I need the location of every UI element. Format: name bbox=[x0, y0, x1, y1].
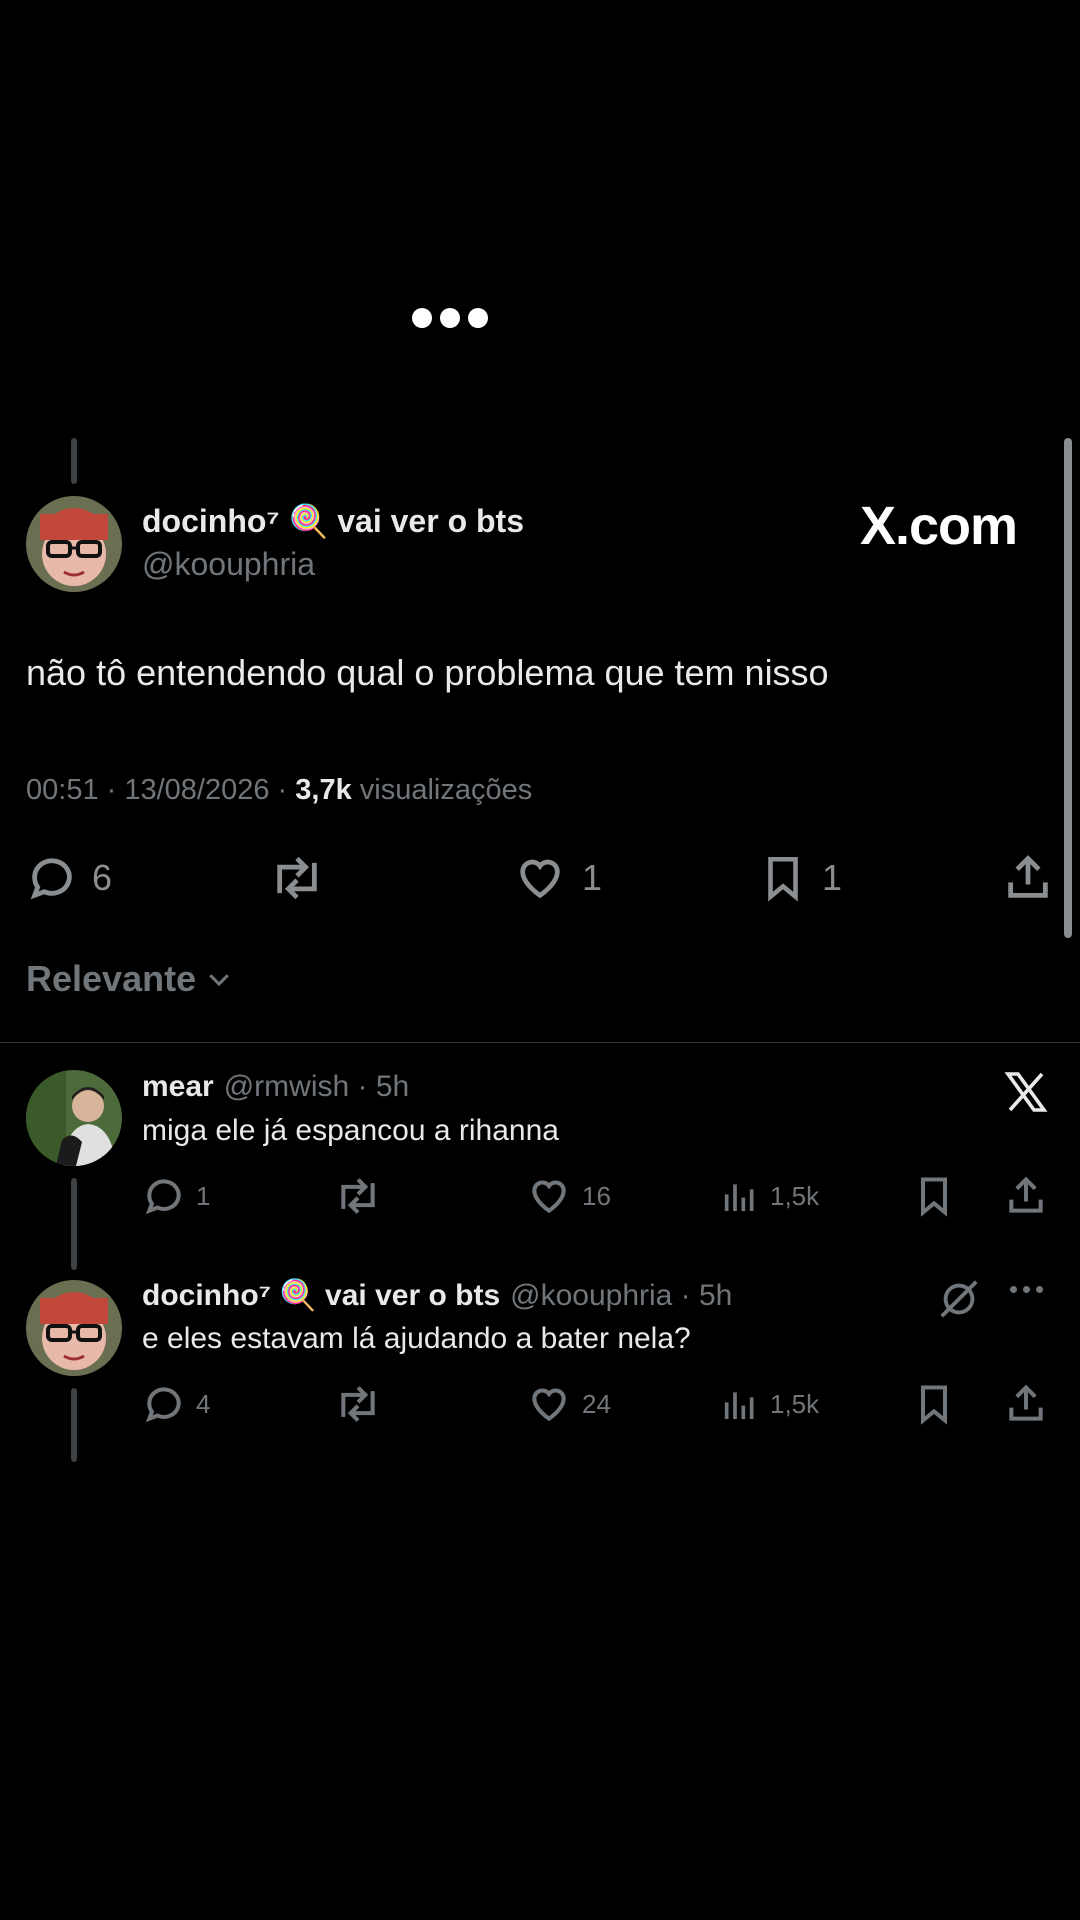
reply-handle[interactable]: @koouphria · 5h bbox=[510, 1279, 732, 1313]
repost-button[interactable] bbox=[268, 852, 340, 904]
like-count: 16 bbox=[582, 1180, 611, 1211]
x-com-label: X.com bbox=[860, 496, 1018, 556]
like-button[interactable]: 1 bbox=[512, 852, 602, 904]
reply-like-button[interactable]: 16 bbox=[526, 1174, 611, 1218]
reply-like-button[interactable]: 24 bbox=[526, 1382, 611, 1426]
x-logo-icon bbox=[1002, 1068, 1050, 1121]
tweet-text: não tô entendendo qual o problema que te… bbox=[26, 652, 829, 693]
share-button[interactable] bbox=[1002, 852, 1054, 904]
reply-share-button[interactable] bbox=[1004, 1382, 1048, 1426]
sort-dropdown[interactable]: Relevante bbox=[26, 958, 234, 1000]
share-icon bbox=[1009, 1176, 1043, 1213]
reply-avatar[interactable] bbox=[26, 1070, 122, 1166]
x-com-logo: X.com bbox=[860, 495, 1018, 557]
thread-line bbox=[71, 1388, 77, 1462]
reply-count: 4 bbox=[196, 1388, 211, 1419]
repost-icon bbox=[277, 856, 317, 900]
reply-repost-button[interactable] bbox=[334, 1174, 382, 1218]
scrollbar[interactable] bbox=[1064, 438, 1072, 938]
views-count: 3,7k bbox=[295, 774, 352, 806]
thread-line bbox=[71, 1178, 77, 1270]
repost-icon bbox=[341, 1178, 375, 1214]
reply-share-button[interactable] bbox=[1004, 1174, 1048, 1218]
reply-count: 1 bbox=[196, 1180, 211, 1211]
grok-icon[interactable] bbox=[936, 1276, 982, 1327]
reply-bookmark-button[interactable] bbox=[912, 1174, 956, 1218]
reply-avatar[interactable] bbox=[26, 1280, 122, 1376]
bookmark-icon bbox=[920, 1177, 948, 1217]
reply-repost-button[interactable] bbox=[334, 1382, 382, 1426]
reply-header: mear @rmwish · 5h bbox=[142, 1070, 409, 1104]
reply-count: 6 bbox=[92, 857, 113, 898]
author-name[interactable]: docinho⁷ 🍭 vai ver o bts bbox=[142, 502, 524, 540]
views-icon bbox=[724, 1184, 754, 1211]
reply-icon bbox=[145, 1387, 181, 1423]
avatar[interactable] bbox=[26, 496, 122, 592]
more-options-icon[interactable] bbox=[1010, 1286, 1043, 1293]
reply-icon bbox=[145, 1179, 181, 1215]
views-count: 1,5k bbox=[770, 1388, 820, 1419]
sort-label: Relevante bbox=[26, 958, 197, 999]
share-icon bbox=[1008, 855, 1048, 898]
display-name: docinho⁷ 🍭 vai ver o bts bbox=[142, 503, 524, 539]
reply-reply-button[interactable]: 1 bbox=[142, 1174, 210, 1218]
like-count: 24 bbox=[582, 1388, 611, 1419]
reply-views-button[interactable]: 1,5k bbox=[720, 1382, 819, 1426]
views-count: 1,5k bbox=[770, 1180, 820, 1211]
repost-icon bbox=[341, 1386, 375, 1422]
reply-display-name[interactable]: mear bbox=[142, 1070, 214, 1104]
share-icon bbox=[1009, 1384, 1043, 1421]
bookmark-button[interactable]: 1 bbox=[758, 852, 842, 904]
reply-header: docinho⁷ 🍭 vai ver o bts @koouphria · 5h bbox=[142, 1278, 732, 1313]
reply-text: e eles estavam lá ajudando a bater nela? bbox=[142, 1322, 691, 1355]
reply-text: miga ele já espancou a rihanna bbox=[142, 1114, 559, 1147]
like-count: 1 bbox=[582, 857, 603, 898]
more-dots-icon bbox=[412, 308, 488, 328]
reply-handle[interactable]: @rmwish · 5h bbox=[224, 1070, 409, 1104]
reply-display-name[interactable]: docinho⁷ 🍭 vai ver o bts bbox=[142, 1278, 500, 1313]
reply-reply-button[interactable]: 4 bbox=[142, 1382, 210, 1426]
bookmark-icon bbox=[768, 856, 798, 902]
like-icon bbox=[532, 1388, 566, 1422]
divider bbox=[0, 1042, 1080, 1043]
reply-views-button[interactable]: 1,5k bbox=[720, 1174, 819, 1218]
tweet-time-date: 00:51 · 13/08/2026 · bbox=[26, 774, 296, 806]
author-handle[interactable]: @koouphria bbox=[142, 546, 315, 583]
reply-bookmark-button[interactable] bbox=[912, 1382, 956, 1426]
views-label: visualizações bbox=[351, 774, 533, 806]
reply-button[interactable]: 6 bbox=[26, 852, 112, 904]
reply-icon bbox=[30, 858, 72, 900]
bookmark-icon bbox=[920, 1385, 948, 1425]
bookmark-count: 1 bbox=[822, 857, 843, 898]
tweet-meta: 00:51 · 13/08/2026 · 3,7k visualizações bbox=[26, 774, 532, 807]
thread-line-top bbox=[71, 438, 77, 484]
chevron-down-icon bbox=[209, 974, 229, 987]
like-icon bbox=[520, 859, 560, 899]
views-icon bbox=[724, 1392, 754, 1419]
like-icon bbox=[532, 1180, 566, 1214]
